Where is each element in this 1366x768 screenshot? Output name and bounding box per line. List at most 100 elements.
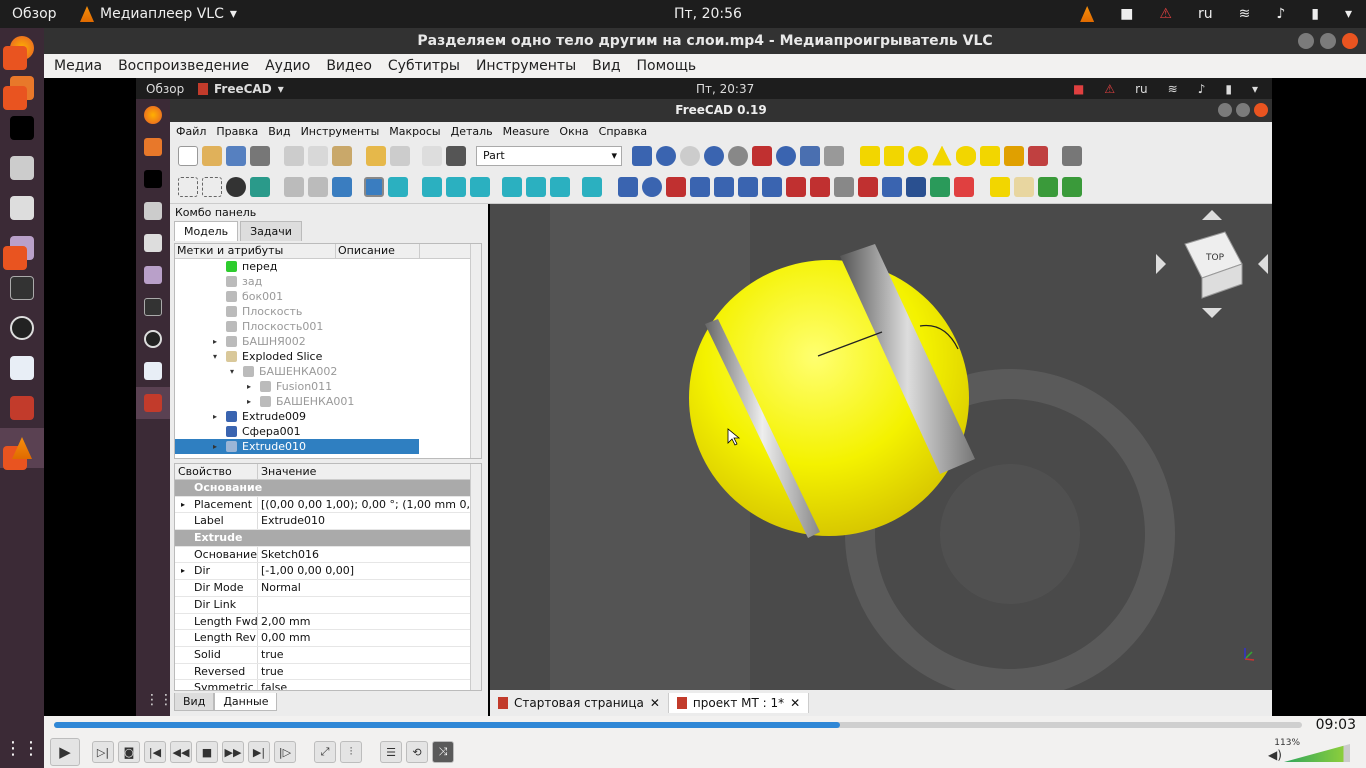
- show-apps-button[interactable]: ⋮⋮: [0, 728, 44, 768]
- property-row: Основание Sketch016: [175, 546, 481, 564]
- minimize-button[interactable]: [1298, 33, 1314, 49]
- tree-item-label: бок001: [242, 290, 284, 303]
- close-button: [1254, 103, 1268, 117]
- dock-vlc[interactable]: [0, 428, 44, 470]
- dock-firefox[interactable]: [0, 28, 44, 70]
- seek-bar[interactable]: [54, 722, 1302, 728]
- fullscreen-button[interactable]: ⤢: [314, 741, 336, 763]
- volume-slider[interactable]: ◀) 113%: [1268, 738, 1350, 762]
- bg-gear-hub: [940, 464, 1080, 604]
- frame-forward-button[interactable]: |▷: [274, 741, 296, 763]
- workbench-selector: Part ▾: [476, 145, 622, 166]
- camera-icon[interactable]: ■: [1120, 6, 1133, 22]
- dock-disk[interactable]: [0, 148, 44, 188]
- menu-audio[interactable]: Аудио: [259, 58, 316, 74]
- freecad-toolbar-main: Part ▾: [170, 141, 1272, 170]
- dock-terminal[interactable]: [0, 108, 44, 148]
- tree-item-icon: [226, 426, 237, 437]
- expand-right-icon: ▸: [247, 397, 252, 406]
- calculator-icon: [10, 196, 34, 220]
- tree-item-icon: [226, 336, 237, 347]
- tree-item: ▸ БАШЕНКА001: [175, 394, 481, 409]
- snapshot-button[interactable]: ◙: [118, 741, 140, 763]
- back-arrow-icon: [284, 176, 304, 197]
- extended-settings-button[interactable]: ⫶: [340, 741, 362, 763]
- property-rows: Основание ▸ Placement [(0,00 0,00 1,00); 0,…: [175, 480, 481, 690]
- playlist-button[interactable]: ☰: [380, 741, 402, 763]
- shuffle-icon: ⤨: [438, 745, 448, 758]
- menu-video[interactable]: Видео: [320, 58, 378, 74]
- faster-button[interactable]: ▶▶: [222, 741, 244, 763]
- warning-icon[interactable]: ⚠: [1159, 6, 1172, 22]
- box-element-select-icon: [202, 176, 222, 197]
- dock-video[interactable]: [0, 228, 44, 270]
- volume-icon[interactable]: ♪: [1276, 6, 1285, 22]
- close-button[interactable]: [1342, 33, 1358, 49]
- play-button[interactable]: ▶: [50, 738, 80, 766]
- next-button[interactable]: ▶|: [248, 741, 270, 763]
- window-title-text: Разделяем одно тело другим на слои.mp4 -…: [417, 33, 993, 49]
- fullscreen-icon: ⤢: [320, 745, 330, 758]
- system-tray: ■ ⚠ ru ≋ ♪ ▮ ▾: [1080, 6, 1352, 22]
- chevron-down-icon: ▾: [229, 6, 237, 22]
- stop-button[interactable]: ■: [196, 741, 218, 763]
- language-indicator[interactable]: ru: [1198, 6, 1213, 22]
- app-menu[interactable]: Медиаплеер VLC ▾: [80, 6, 237, 22]
- inner-dock-disk: [136, 195, 170, 227]
- expand-right-icon: ▸: [213, 442, 218, 451]
- clock[interactable]: Пт, 20:56: [674, 6, 742, 22]
- maximize-button[interactable]: [1320, 33, 1336, 49]
- model-tree: Метки и атрибуты Описание перед зад бок001…: [174, 243, 482, 459]
- cube-icon: [860, 145, 880, 166]
- property-value: true: [261, 647, 284, 661]
- vlc-tray-icon[interactable]: [1080, 6, 1095, 22]
- menu-view[interactable]: Вид: [586, 58, 626, 74]
- random-button[interactable]: ⤨: [432, 741, 454, 763]
- chevron-down-icon[interactable]: ▾: [1345, 6, 1352, 22]
- bottom-view-icon: [526, 176, 546, 197]
- tree-item: ▸ Extrude010: [175, 439, 419, 454]
- menu-tools[interactable]: Инструменты: [470, 58, 582, 74]
- elapsed-time[interactable]: 09:03: [1316, 717, 1356, 733]
- calculator-icon: [144, 234, 162, 252]
- inner-dock-terminal: [136, 163, 170, 195]
- property-key: Symmetric: [175, 680, 258, 690]
- primitives-icon: [1004, 145, 1024, 166]
- stop-icon: ■: [201, 745, 213, 759]
- menu-playback[interactable]: Воспроизведение: [112, 58, 255, 74]
- speaker-icon[interactable]: ◀): [1268, 748, 1282, 762]
- copy-icon: [308, 145, 328, 166]
- fillet-icon: [690, 176, 710, 197]
- activities-button[interactable]: Обзор: [12, 6, 72, 22]
- dock-calculator[interactable]: [0, 188, 44, 228]
- previous-button[interactable]: |◀: [144, 741, 166, 763]
- menu-media[interactable]: Медиа: [48, 58, 108, 74]
- dock-obs[interactable]: [0, 308, 44, 348]
- navcube-label: TOP: [1205, 253, 1225, 263]
- fc-menu-part: Деталь: [450, 125, 493, 138]
- play-icon: ▶: [59, 743, 71, 761]
- dock-files[interactable]: [0, 68, 44, 110]
- sweep-icon: [810, 176, 830, 197]
- combo-tabs: Модель Задачи: [170, 221, 488, 241]
- frame-step-button[interactable]: ▷|: [92, 741, 114, 763]
- battery-icon: ▮: [1225, 81, 1232, 96]
- tab-view: Вид: [174, 693, 215, 711]
- wifi-icon[interactable]: ≋: [1239, 6, 1251, 22]
- seek-bar-fill: [54, 722, 841, 728]
- slower-button[interactable]: ◀◀: [170, 741, 192, 763]
- property-scrollbar: [470, 464, 481, 690]
- disk-icon: [144, 202, 162, 220]
- volume-label: 113%: [1274, 738, 1300, 748]
- battery-icon[interactable]: ▮: [1311, 6, 1319, 22]
- dock-document[interactable]: [0, 348, 44, 388]
- property-key: Extrude: [194, 531, 243, 545]
- property-row: ▸ Placement [(0,00 0,00 1,00); 0,00 °; (1,…: [175, 496, 481, 514]
- loop-button[interactable]: ⟲: [406, 741, 428, 763]
- menu-subtitles[interactable]: Субтитры: [382, 58, 466, 74]
- volume-icon: ♪: [1197, 81, 1206, 96]
- menu-help[interactable]: Помощь: [631, 58, 703, 74]
- dock-freecad[interactable]: [0, 388, 44, 428]
- frame-forward-icon: |▷: [278, 745, 292, 759]
- dock-monitor[interactable]: [0, 268, 44, 308]
